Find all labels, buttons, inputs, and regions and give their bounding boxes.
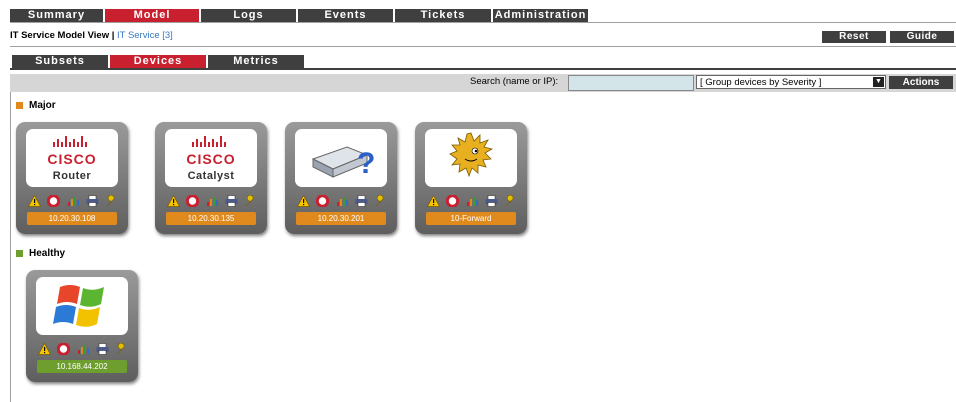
cisco-logo-icon: CISCO Router	[26, 129, 118, 187]
device-ip: 10.20.30.201	[296, 212, 386, 225]
group-by-select[interactable]: [ Group devices by Severity ] ▼	[696, 75, 886, 89]
device-ip: 10-Forward	[426, 212, 516, 225]
major-severity-icon	[16, 102, 23, 109]
top-nav: Summary Model Logs Events Tickets Admini…	[10, 9, 590, 22]
lifebuoy-icon[interactable]	[57, 343, 71, 355]
device-image: CISCO Router	[26, 129, 118, 187]
left-border	[10, 92, 11, 402]
pufferfish-icon	[449, 132, 494, 178]
performance-chart-icon[interactable]	[67, 195, 80, 207]
svg-text:?: ?	[357, 147, 375, 180]
printer-icon[interactable]	[355, 195, 368, 207]
device-image	[425, 129, 517, 187]
performance-chart-icon[interactable]	[206, 195, 219, 207]
wrench-icon[interactable]	[244, 195, 257, 207]
it-service-link[interactable]: IT Service [3]	[117, 30, 173, 41]
search-bar: Search (name or IP): [ Group devices by …	[10, 74, 956, 92]
device-ip: 10.168.44.202	[37, 360, 127, 373]
device-image	[36, 277, 128, 335]
performance-chart-icon[interactable]	[336, 195, 349, 207]
printer-icon[interactable]	[225, 195, 238, 207]
wrench-icon[interactable]	[115, 343, 128, 355]
device-name: Router	[52, 170, 92, 182]
lifebuoy-icon[interactable]	[186, 195, 200, 207]
printer-icon[interactable]	[485, 195, 498, 207]
tab-subsets[interactable]: Subsets	[12, 55, 110, 68]
group-header-major: Major	[16, 100, 56, 111]
group-label: Major	[29, 100, 56, 111]
sub-tabs-divider	[10, 68, 956, 70]
device-toolbar	[38, 343, 128, 355]
chevron-down-icon[interactable]: ▼	[873, 77, 884, 87]
guide-button[interactable]: Guide	[890, 31, 954, 43]
group-by-select-value: [ Group devices by Severity ]	[700, 77, 822, 88]
device-tile-forward[interactable]: 10-Forward	[415, 122, 527, 234]
tab-summary[interactable]: Summary	[10, 9, 105, 22]
tab-events[interactable]: Events	[298, 9, 395, 22]
wrench-icon[interactable]	[374, 195, 387, 207]
wrench-icon[interactable]	[105, 195, 118, 207]
actions-button[interactable]: Actions	[889, 76, 953, 89]
device-toolbar	[427, 195, 517, 207]
warning-icon[interactable]	[38, 343, 51, 355]
search-label: Search (name or IP):	[470, 76, 559, 87]
cisco-logo-text: CISCO	[186, 151, 236, 167]
lifebuoy-icon[interactable]	[316, 195, 330, 207]
warning-icon[interactable]	[167, 195, 180, 207]
unknown-device-icon: ?	[311, 146, 375, 180]
top-divider	[10, 22, 956, 23]
device-tile-unknown[interactable]: ? 10.20.30.201	[285, 122, 397, 234]
tab-logs[interactable]: Logs	[201, 9, 298, 22]
search-input[interactable]	[568, 75, 694, 91]
performance-chart-icon[interactable]	[466, 195, 479, 207]
warning-icon[interactable]	[297, 195, 310, 207]
cisco-logo-icon: CISCO Catalyst	[165, 129, 257, 187]
reset-button[interactable]: Reset	[822, 31, 886, 43]
device-toolbar	[28, 195, 118, 207]
tab-administration[interactable]: Administration	[493, 9, 590, 22]
cisco-bars-icon	[192, 136, 226, 147]
windows-logo-icon	[53, 285, 104, 327]
healthy-severity-icon	[16, 250, 23, 257]
performance-chart-icon[interactable]	[77, 343, 90, 355]
device-image: ?	[295, 129, 387, 187]
device-image: CISCO Catalyst	[165, 129, 257, 187]
cisco-bars-icon	[53, 136, 87, 147]
page-title: IT Service Model View | IT Service [3]	[10, 30, 173, 41]
tab-devices[interactable]: Devices	[110, 55, 208, 68]
title-divider	[10, 46, 956, 47]
printer-icon[interactable]	[96, 343, 109, 355]
device-ip: 10.20.30.135	[166, 212, 256, 225]
cisco-logo-text: CISCO	[47, 151, 97, 167]
group-label: Healthy	[29, 248, 66, 259]
lifebuoy-icon[interactable]	[446, 195, 460, 207]
device-tile-router[interactable]: CISCO Router 10.20.30.108	[16, 122, 128, 234]
page-title-text: IT Service Model View |	[10, 30, 118, 41]
device-toolbar	[167, 195, 257, 207]
warning-icon[interactable]	[427, 195, 440, 207]
device-toolbar	[297, 195, 387, 207]
device-tile-catalyst[interactable]: CISCO Catalyst 10.20.30.135	[155, 122, 267, 234]
tab-tickets[interactable]: Tickets	[395, 9, 493, 22]
tab-metrics[interactable]: Metrics	[208, 55, 306, 68]
tab-model[interactable]: Model	[105, 9, 201, 22]
device-name: Catalyst	[187, 170, 235, 182]
group-header-healthy: Healthy	[16, 248, 65, 259]
sub-tabs: Subsets Devices Metrics	[12, 55, 306, 68]
device-tile-windows[interactable]: 10.168.44.202	[26, 270, 138, 382]
title-bar: IT Service Model View | IT Service [3] R…	[10, 29, 956, 44]
warning-icon[interactable]	[28, 195, 41, 207]
lifebuoy-icon[interactable]	[47, 195, 61, 207]
device-ip: 10.20.30.108	[27, 212, 117, 225]
printer-icon[interactable]	[86, 195, 99, 207]
wrench-icon[interactable]	[504, 195, 517, 207]
